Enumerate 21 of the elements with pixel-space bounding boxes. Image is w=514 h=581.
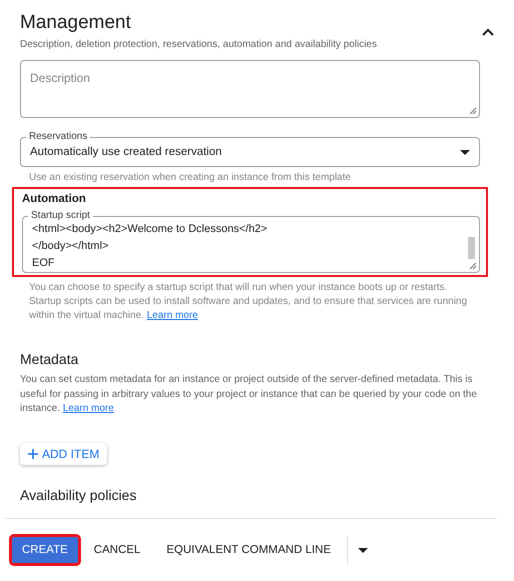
scrollbar-thumb[interactable] xyxy=(468,237,475,259)
section-subtitle: Description, deletion protection, reservations, automation and availability policies xyxy=(20,39,377,50)
reservations-helper-text: Use an existing reservation when creating an instance from this template xyxy=(29,171,352,185)
learn-more-link[interactable]: Learn more xyxy=(146,310,198,321)
command-line-button[interactable]: EQUIVALENT COMMAND LINE xyxy=(156,537,341,563)
startup-script-help-text: You can choose to specify a startup script that will run when your instance boots up or restarts. Startup scripts can be used to install software and updates, and to ensure that services are running within the virtual machine. Learn more xyxy=(29,281,468,323)
resize-grip-icon[interactable] xyxy=(469,262,477,270)
metadata-description: You can set custom metadata for an instance or project outside of the server-defined metadata. This is useful for passing in arbitrary values to your project or instance that can be queried by your code on the instance. Learn more xyxy=(20,373,478,416)
metadata-heading: Metadata xyxy=(20,351,80,367)
automation-heading: Automation xyxy=(22,193,87,205)
dropdown-caret-icon xyxy=(358,548,368,552)
cancel-button[interactable]: CANCEL xyxy=(84,537,150,563)
section-title: Management xyxy=(20,12,132,34)
resize-grip-icon[interactable] xyxy=(469,107,477,115)
add-item-button[interactable]: ADD ITEM xyxy=(20,442,108,464)
create-button[interactable]: CREATE xyxy=(12,537,78,563)
availability-heading: Availability policies xyxy=(20,486,138,502)
description-field[interactable]: Description xyxy=(20,60,480,118)
learn-more-link[interactable]: Learn more xyxy=(62,403,114,414)
dropdown-caret-icon xyxy=(460,150,470,154)
plus-icon xyxy=(28,448,38,458)
